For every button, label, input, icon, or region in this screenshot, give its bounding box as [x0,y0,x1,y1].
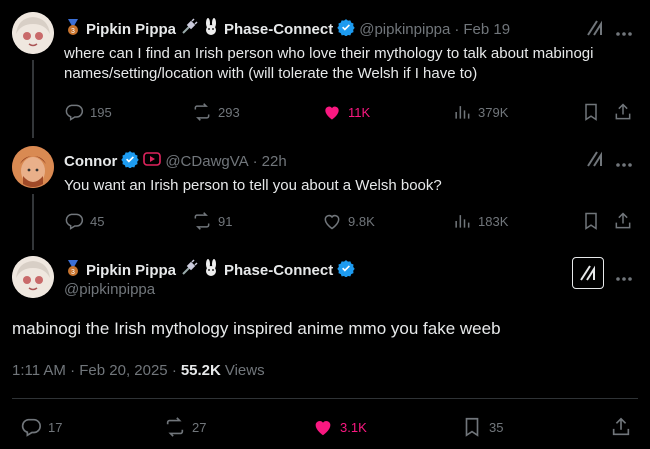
views-label: Views [224,362,265,379]
bunny-icon [202,259,220,282]
avatar-image [12,146,54,188]
bookmark-icon[interactable] [581,102,601,127]
bookmark-count: 35 [489,419,504,435]
verified-icon [121,150,140,173]
share-icon[interactable] [610,416,632,443]
tweet-text: You want an Irish person to tell you abo… [64,177,442,194]
display-name[interactable]: Connor [64,153,117,170]
reply-icon [65,213,84,230]
avatar[interactable] [12,146,54,188]
plug-icon [180,18,198,41]
heart-filled-icon [325,106,339,120]
grok-icon[interactable] [585,150,605,173]
svg-text:3: 3 [71,269,75,276]
handle[interactable]: @pipkinpippa [359,21,450,38]
share-icon[interactable] [613,211,633,236]
views-count: 379K [478,104,509,120]
like-button[interactable]: 9.8K [322,211,375,231]
heart-filled-icon [315,421,331,436]
more-options-icon[interactable] [616,269,632,287]
like-count: 11K [348,104,371,120]
reply-count: 45 [90,213,105,229]
tweet-header: Connor @CDawgVA · 22h [64,150,287,173]
repost-count: 91 [218,213,233,229]
like-count: 3.1K [340,419,367,435]
plug-icon [180,259,198,282]
reply-icon [65,104,84,121]
medal-icon: 3 [64,259,82,282]
handle[interactable]: @pipkinpippa [64,281,155,298]
handle[interactable]: @CDawgVA [165,153,248,170]
repost-count: 27 [192,419,207,435]
repost-icon [166,417,184,437]
tweet-header: 3 Pipkin Pippa Phase-Connect [64,259,355,282]
tweet-text: mabinogi the Irish mythology inspired an… [12,319,501,338]
heart-icon [324,214,340,230]
youtube-icon [143,150,162,173]
avatar-image [12,12,54,54]
views-count: 55.2K [180,362,221,379]
display-name[interactable]: Pipkin Pippa [86,262,176,279]
verified-icon [337,18,355,41]
bookmark-icon[interactable] [581,211,601,236]
like-button[interactable]: 3.1K [312,416,367,438]
like-count: 9.8K [348,213,375,229]
more-options-icon[interactable] [616,155,632,173]
avatar[interactable] [12,12,54,54]
repost-button[interactable]: 27 [164,416,206,438]
medal-icon: 3 [64,18,82,41]
badge-text[interactable]: Phase-Connect [224,21,333,38]
grok-button[interactable] [572,257,604,289]
reply-button[interactable]: 195 [64,102,112,122]
views-button[interactable]: 379K [452,102,508,122]
timestamp[interactable]: Feb 19 [463,21,510,38]
tweet-text: where can I find an Irish person who lov… [64,45,594,82]
post-time[interactable]: 1:11 AM · Feb 20, 2025 · [12,362,177,379]
reply-count: 195 [90,104,112,120]
views-button[interactable]: 183K [452,211,508,231]
timestamp[interactable]: 22h [262,153,287,170]
reply-button[interactable]: 45 [64,211,104,231]
reply-button[interactable]: 17 [20,416,62,438]
bookmark-icon [465,417,479,437]
bookmark-button[interactable]: 35 [461,416,503,438]
repost-icon [194,212,210,230]
share-icon[interactable] [613,102,633,127]
tweet-meta: 1:11 AM · Feb 20, 2025 · 55.2K Views [12,362,265,379]
tweet-header: 3 Pipkin Pippa Phase-Connect @pipkinpipp… [64,18,510,41]
display-name[interactable]: Pipkin Pippa [86,21,176,38]
views-icon [455,215,470,228]
repost-button[interactable]: 91 [192,211,232,231]
thread-line [32,194,34,250]
avatar-image [12,256,54,298]
views-icon [455,106,470,119]
more-options-icon[interactable] [616,24,632,42]
reply-count: 17 [48,419,63,435]
repost-button[interactable]: 293 [192,102,240,122]
grok-icon [580,265,595,281]
like-button[interactable]: 11K [322,102,370,122]
grok-icon[interactable] [585,19,605,42]
repost-count: 293 [218,104,240,120]
svg-text:3: 3 [71,28,75,35]
separator-dot: · [454,21,460,38]
thread-line [32,60,34,138]
divider [12,398,638,399]
avatar[interactable] [12,256,54,298]
separator-dot: · [252,153,258,170]
repost-icon [194,103,210,121]
views-count: 183K [478,213,509,229]
reply-icon [21,418,41,437]
verified-icon [337,259,355,282]
badge-text[interactable]: Phase-Connect [224,262,333,279]
bunny-icon [202,18,220,41]
